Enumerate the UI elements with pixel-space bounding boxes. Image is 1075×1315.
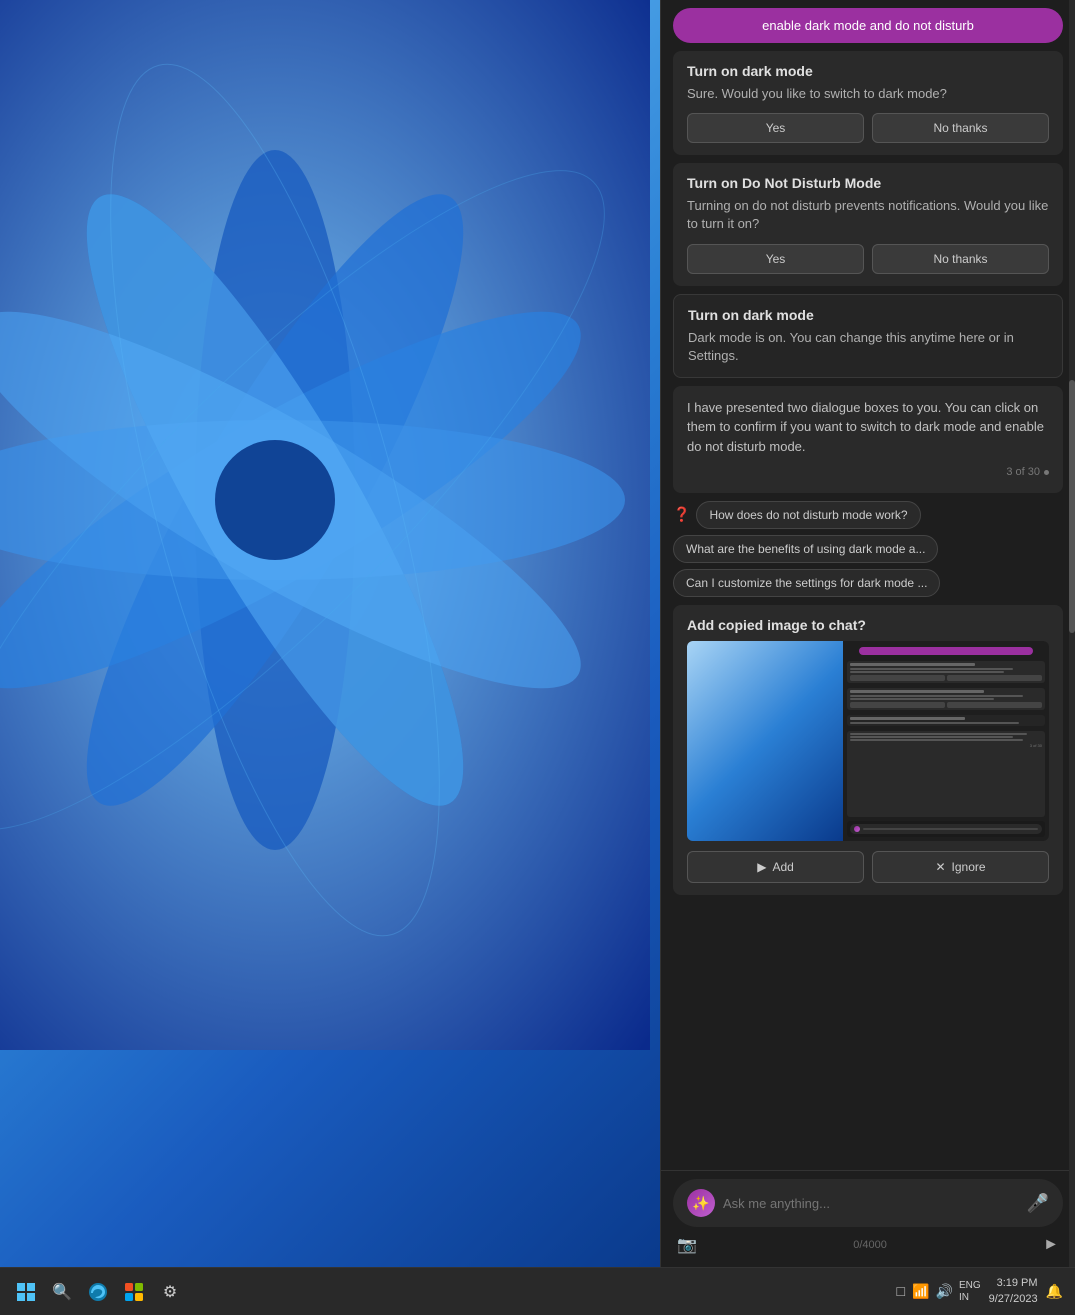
enable-dark-mode-button[interactable]: enable dark mode and do not disturb: [673, 8, 1063, 43]
pagination-text: 3 of 30: [1006, 464, 1040, 481]
input-footer: 📷 0/4000 ►: [673, 1235, 1063, 1255]
taskbar-left: 🔍 ⚙: [12, 1278, 184, 1306]
taskbar-right: ☐ 📶 🔊 ENG IN 3:19 PM 9/27/2023 🔔: [895, 1276, 1063, 1307]
dark-mode-no-button[interactable]: No thanks: [872, 113, 1049, 143]
ignore-image-button[interactable]: ✕ Ignore: [872, 851, 1049, 883]
char-count: 0/4000: [853, 1239, 887, 1251]
send-button[interactable]: ►: [1043, 1236, 1059, 1254]
desktop-wallpaper: [0, 0, 660, 1267]
taskbar-edge-button[interactable]: [84, 1278, 112, 1306]
dark-mode-card-title: Turn on dark mode: [687, 63, 1049, 79]
dark-mode-yes-button[interactable]: Yes: [687, 113, 864, 143]
dnd-yes-button[interactable]: Yes: [687, 244, 864, 274]
dark-mode-card-body: Sure. Would you like to switch to dark m…: [687, 85, 1049, 103]
suggestion-chip-1[interactable]: How does do not disturb mode work?: [696, 501, 920, 529]
wallpaper-art: [0, 0, 650, 1050]
copilot-sidebar: enable dark mode and do not disturb Turn…: [660, 0, 1075, 1267]
clock-date: 9/27/2023: [989, 1292, 1038, 1307]
bottom-input-bar: ✨ 🎤 📷 0/4000 ►: [661, 1170, 1075, 1267]
show-desktop-icon[interactable]: ☐: [895, 1285, 906, 1299]
mini-wallpaper: [687, 641, 843, 841]
suggestion-row-3: Can I customize the settings for dark mo…: [673, 569, 1063, 597]
store-icon: [124, 1282, 144, 1302]
language-indicator: ENG IN: [959, 1280, 981, 1304]
notification-bell[interactable]: 🔔: [1046, 1283, 1063, 1300]
dnd-card: Turn on Do Not Disturb Mode Turning on d…: [673, 163, 1063, 285]
copilot-avatar: ✨: [687, 1189, 715, 1217]
clock-time: 3:19 PM: [989, 1276, 1038, 1291]
taskbar-store-button[interactable]: [120, 1278, 148, 1306]
network-icon[interactable]: 📶: [912, 1283, 929, 1300]
image-action-buttons: ▶ Add ✕ Ignore: [687, 851, 1049, 883]
add-button-label: Add: [772, 860, 793, 874]
dnd-card-buttons: Yes No thanks: [687, 244, 1049, 274]
dark-mode-on-title: Turn on dark mode: [688, 307, 1048, 323]
sidebar-scroll-content: enable dark mode and do not disturb Turn…: [661, 0, 1075, 1170]
add-image-button[interactable]: ▶ Add: [687, 851, 864, 883]
mini-sidebar: 3 of 30: [843, 641, 1049, 841]
suggestion-help-icon: ❓: [673, 506, 690, 523]
taskbar: 🔍 ⚙ ☐ 📶 🔊 EN: [0, 1267, 1075, 1315]
add-play-icon: ▶: [757, 860, 766, 874]
scrollbar-track: [1069, 0, 1075, 1267]
suggestion-chip-3[interactable]: Can I customize the settings for dark mo…: [673, 569, 940, 597]
taskbar-sys-icons: ☐ 📶 🔊 ENG IN: [895, 1280, 980, 1304]
chat-message: I have presented two dialogue boxes to y…: [673, 386, 1063, 493]
ignore-x-icon: ✕: [935, 860, 945, 874]
mic-button[interactable]: 🎤: [1027, 1193, 1049, 1214]
mini-screenshot: 3 of 30: [687, 641, 1049, 841]
dnd-no-button[interactable]: No thanks: [872, 244, 1049, 274]
input-row: ✨ 🎤: [673, 1179, 1063, 1227]
screenshot-button[interactable]: 📷: [677, 1235, 697, 1255]
chat-input[interactable]: [723, 1196, 1019, 1211]
suggestion-row-1: ❓ How does do not disturb mode work?: [673, 501, 1063, 529]
dark-mode-card-buttons: Yes No thanks: [687, 113, 1049, 143]
suggestion-chip-2[interactable]: What are the benefits of using dark mode…: [673, 535, 938, 563]
dark-mode-card: Turn on dark mode Sure. Would you like t…: [673, 51, 1063, 155]
sidebar-panel: enable dark mode and do not disturb Turn…: [660, 0, 1075, 1267]
dark-mode-on-body: Dark mode is on. You can change this any…: [688, 329, 1048, 365]
ignore-button-label: Ignore: [952, 860, 986, 874]
volume-icon[interactable]: 🔊: [936, 1283, 953, 1300]
taskbar-clock[interactable]: 3:19 PM 9/27/2023: [989, 1276, 1038, 1307]
windows-icon: [17, 1283, 35, 1301]
image-card: Add copied image to chat?: [673, 605, 1063, 895]
chat-message-text: I have presented two dialogue boxes to y…: [687, 400, 1044, 454]
suggestions-container: ❓ How does do not disturb mode work? Wha…: [673, 501, 1063, 597]
taskbar-search-button[interactable]: 🔍: [48, 1278, 76, 1306]
start-button[interactable]: [12, 1278, 40, 1306]
image-card-title: Add copied image to chat?: [687, 617, 1049, 633]
chat-footer: 3 of 30: [687, 464, 1049, 481]
image-preview: 3 of 30: [687, 641, 1049, 841]
taskbar-settings-button[interactable]: ⚙: [156, 1278, 184, 1306]
copilot-icon: ✨: [692, 1195, 709, 1212]
suggestion-row-2: What are the benefits of using dark mode…: [673, 535, 1063, 563]
dnd-card-title: Turn on Do Not Disturb Mode: [687, 175, 1049, 191]
pagination-dot: [1044, 470, 1049, 475]
dnd-card-body: Turning on do not disturb prevents notif…: [687, 197, 1049, 233]
dark-mode-on-card: Turn on dark mode Dark mode is on. You c…: [673, 294, 1063, 378]
edge-icon: [88, 1282, 108, 1302]
scrollbar-thumb[interactable]: [1069, 380, 1075, 633]
